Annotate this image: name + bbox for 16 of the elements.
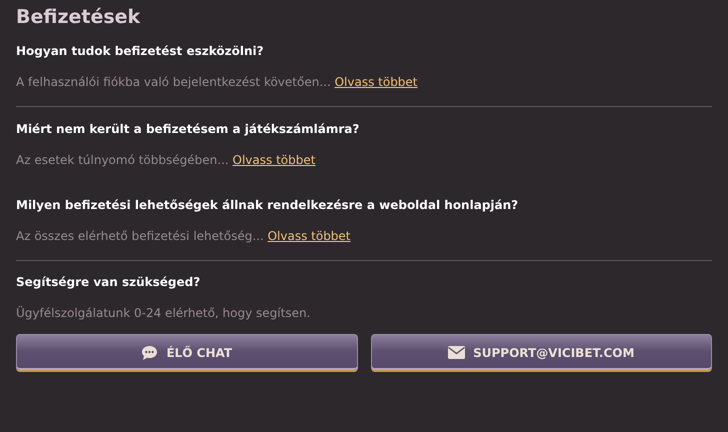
faq-question: Milyen befizetési lehetőségek állnak rendelkezésre a weboldal honlapján? [16, 197, 520, 213]
faq-answer: Az összes elérhető befizetési lehetőség... [16, 229, 264, 243]
help-title: Segítségre van szükséged? [16, 274, 202, 290]
faq-question: Hogyan tudok befizetést eszközölni? [16, 43, 265, 59]
faq-answer: A felhasználói fiókba való bejelentkezést követően... [16, 75, 331, 89]
read-more-link[interactable]: Olvass többet [268, 229, 351, 243]
envelope-icon [448, 346, 466, 359]
faq-answer: Az esetek túlnyomó többségében... [16, 153, 229, 167]
chat-bubble-icon [141, 344, 158, 360]
read-more-link[interactable]: Olvass többet [334, 75, 418, 89]
live-chat-button[interactable]: ÉLŐ CHAT [16, 334, 358, 372]
page-title: Befizetések [16, 5, 142, 30]
read-more-link[interactable]: Olvass többet [232, 153, 316, 167]
email-button[interactable]: SUPPORT@VICIBET.COM [370, 334, 712, 372]
help-text: Ügyfélszolgálatunk 0-24 elérhető, hogy segítsen. [16, 305, 312, 321]
faq-question: Miért nem került a befizetésem a játékszámlámra? [16, 121, 360, 137]
